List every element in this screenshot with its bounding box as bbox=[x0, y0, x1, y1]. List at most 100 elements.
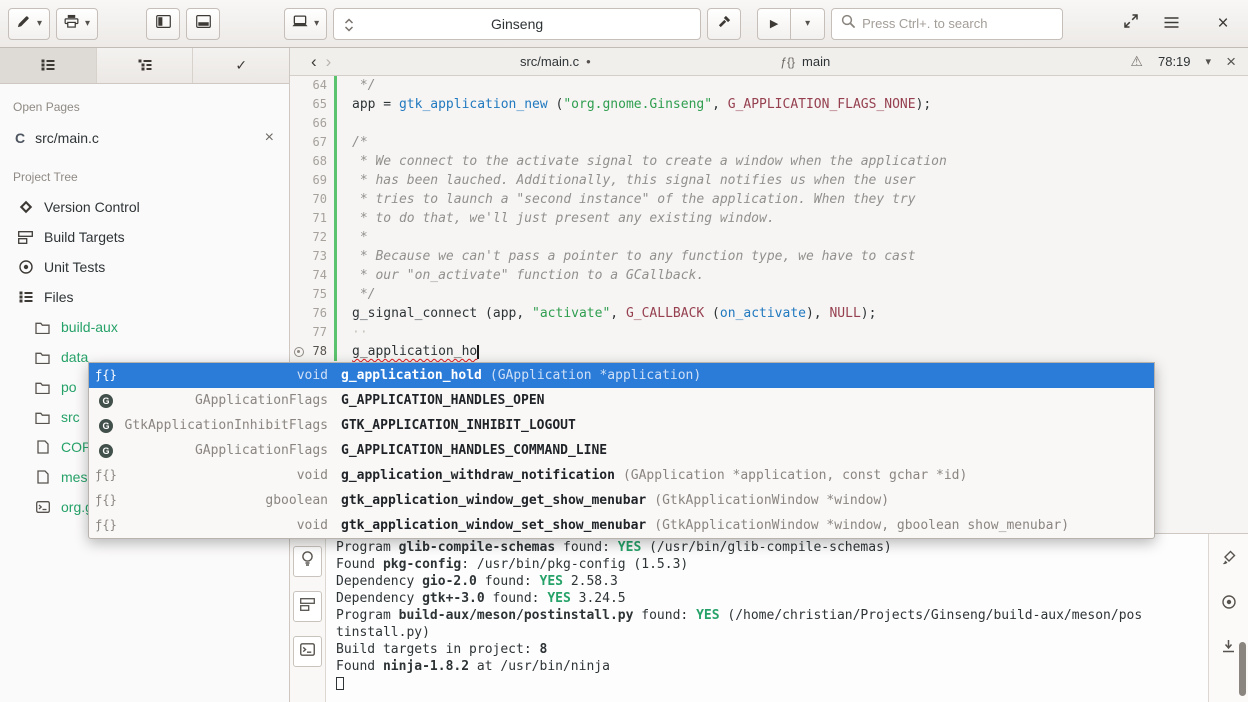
pencil-icon bbox=[16, 14, 31, 34]
code-line-74[interactable]: 74 * our "on_activate" function to a GCa… bbox=[290, 266, 1248, 285]
project-tree-list: Version Control Build Targets Unit Tests Fi… bbox=[0, 192, 289, 312]
completion-name: gtk_application_window_get_show_menubar bbox=[341, 488, 646, 513]
code-line-71[interactable]: 71 * to do that, we'll just present any … bbox=[290, 209, 1248, 228]
function-symbol-icon: ƒ{} bbox=[780, 55, 795, 69]
output-segment: YES bbox=[618, 540, 641, 555]
output-segment: (/home/christian/Projects/Ginseng/build-… bbox=[720, 608, 1143, 623]
toggle-left-panel-button[interactable] bbox=[146, 8, 180, 40]
scrollbar-thumb[interactable] bbox=[1239, 642, 1246, 696]
nav-forward-icon[interactable]: › bbox=[326, 53, 341, 70]
line-number-gutter: 68 bbox=[290, 152, 334, 171]
code-segment: * We connect to the activate signal to c… bbox=[352, 154, 947, 169]
line-number-gutter: 65 bbox=[290, 95, 334, 114]
completion-item[interactable]: ƒ{}voidg_application_hold(GApplication *… bbox=[89, 363, 1154, 388]
code-line-73[interactable]: 73 * Because we can't pass a pointer to … bbox=[290, 247, 1248, 266]
code-text: * We connect to the activate signal to c… bbox=[337, 152, 947, 171]
folder-icon bbox=[34, 321, 51, 334]
code-segment: */ bbox=[352, 287, 375, 302]
open-pages-label: Open Pages bbox=[0, 84, 289, 122]
code-line-68[interactable]: 68 * We connect to the activate signal t… bbox=[290, 152, 1248, 171]
code-text: app = gtk_application_new ("org.gnome.Gi… bbox=[337, 95, 931, 114]
warning-icon[interactable]: ⚠ bbox=[1130, 53, 1143, 70]
code-line-77[interactable]: 77·· bbox=[290, 323, 1248, 342]
download-icon[interactable] bbox=[1222, 639, 1235, 658]
run-button[interactable]: ▶ bbox=[757, 8, 791, 40]
tab-todos[interactable]: ✓ bbox=[193, 48, 289, 83]
code-line-66[interactable]: 66 bbox=[290, 114, 1248, 133]
code-text: * tries to launch a "second instance" of… bbox=[337, 190, 916, 209]
tab-project-tree[interactable] bbox=[97, 48, 194, 83]
build-button[interactable] bbox=[707, 8, 741, 40]
current-function[interactable]: main bbox=[802, 54, 830, 69]
code-line-72[interactable]: 72 * bbox=[290, 228, 1248, 247]
output-segment: ninja-1.8.2 bbox=[383, 659, 469, 674]
toggle-bottom-panel-button[interactable] bbox=[186, 8, 220, 40]
code-text: * our "on_activate" function to a GCallb… bbox=[337, 266, 704, 285]
current-line-target-icon[interactable] bbox=[294, 347, 304, 357]
code-segment: ); bbox=[861, 306, 877, 321]
diagnostics-button[interactable] bbox=[293, 546, 322, 577]
build-output-log[interactable]: Program glib-compile-schemas found: YES … bbox=[326, 534, 1208, 702]
builder-window: ▾ ▾ ▾ Ginseng ▶ ▾ bbox=[0, 0, 1248, 702]
brush-icon[interactable] bbox=[1222, 550, 1236, 570]
completion-item[interactable]: ƒ{}voidgtk_application_window_set_show_m… bbox=[89, 513, 1154, 538]
build-output-button[interactable] bbox=[293, 591, 322, 622]
code-line-76[interactable]: 76g_signal_connect (app, "activate", G_C… bbox=[290, 304, 1248, 323]
omnibar[interactable]: Ginseng bbox=[333, 8, 701, 40]
output-segment: : /usr/bin/pkg-config (1.5.3) bbox=[461, 557, 688, 572]
global-search[interactable] bbox=[831, 8, 1063, 40]
file-icon bbox=[34, 470, 51, 484]
fullscreen-button[interactable] bbox=[1114, 8, 1148, 40]
completion-item[interactable]: GGApplicationFlagsG_APPLICATION_HANDLES_… bbox=[89, 388, 1154, 413]
completion-item[interactable]: ƒ{}voidg_application_withdraw_notificati… bbox=[89, 463, 1154, 488]
completion-item[interactable]: ƒ{}gbooleangtk_application_window_get_sh… bbox=[89, 488, 1154, 513]
code-text bbox=[337, 114, 352, 133]
tree-item-files[interactable]: Files bbox=[0, 282, 289, 312]
text-cursor bbox=[477, 345, 479, 359]
device-dropdown[interactable]: ▾ bbox=[284, 8, 327, 40]
terminal-button[interactable] bbox=[293, 636, 322, 667]
code-line-64[interactable]: 64 */ bbox=[290, 76, 1248, 95]
completion-item[interactable]: GGApplicationFlagsG_APPLICATION_HANDLES_… bbox=[89, 438, 1154, 463]
enum-icon: G bbox=[89, 394, 123, 408]
tree-item-build-targets[interactable]: Build Targets bbox=[0, 222, 289, 252]
close-page-icon[interactable]: × bbox=[265, 129, 274, 147]
close-document-icon[interactable]: × bbox=[1226, 52, 1236, 72]
tree-item-build-aux[interactable]: build-aux bbox=[0, 312, 289, 342]
completion-params: (GtkApplicationWindow *window) bbox=[654, 488, 889, 513]
header-bar: ▾ ▾ ▾ Ginseng ▶ ▾ bbox=[0, 0, 1248, 48]
completion-return-type: void bbox=[123, 363, 341, 388]
completion-item[interactable]: GGtkApplicationInhibitFlagsGTK_APPLICATI… bbox=[89, 413, 1154, 438]
tree-item-version-control[interactable]: Version Control bbox=[0, 192, 289, 222]
code-segment: * has been lauched. Additionally, this s… bbox=[352, 173, 916, 188]
code-segment: * our "on_activate" function to a GCallb… bbox=[352, 268, 704, 283]
chevron-down-icon[interactable]: ▾ bbox=[1206, 55, 1212, 68]
document-tab-bar: ‹ › src/main.c• ƒ{} main ⚠ 78:19 ▾ × bbox=[290, 48, 1248, 76]
tree-item-unit-tests[interactable]: Unit Tests bbox=[0, 252, 289, 282]
code-line-65[interactable]: 65app = gtk_application_new ("org.gnome.… bbox=[290, 95, 1248, 114]
code-line-78[interactable]: 78g_application_ho bbox=[290, 342, 1248, 361]
menu-button[interactable] bbox=[1154, 8, 1188, 40]
search-input[interactable] bbox=[862, 16, 1053, 31]
nav-back-icon[interactable]: ‹ bbox=[302, 53, 326, 70]
edit-mode-dropdown[interactable]: ▾ bbox=[8, 8, 50, 40]
code-segment: * bbox=[352, 230, 368, 245]
open-page-item[interactable]: C src/main.c × bbox=[0, 122, 289, 154]
print-dropdown[interactable]: ▾ bbox=[56, 8, 98, 40]
code-line-75[interactable]: 75 */ bbox=[290, 285, 1248, 304]
output-line: Program build-aux/meson/postinstall.py f… bbox=[336, 607, 1198, 624]
output-line: Found pkg-config: /usr/bin/pkg-config (1… bbox=[336, 556, 1198, 573]
tab-open-pages[interactable] bbox=[0, 48, 97, 83]
document-title[interactable]: src/main.c bbox=[520, 54, 579, 69]
tree-item-label: Build Targets bbox=[44, 229, 125, 245]
modified-indicator: • bbox=[586, 54, 591, 69]
tree-item-label: Files bbox=[44, 289, 74, 305]
code-line-70[interactable]: 70 * tries to launch a "second instance"… bbox=[290, 190, 1248, 209]
code-line-69[interactable]: 69 * has been lauched. Additionally, thi… bbox=[290, 171, 1248, 190]
target-icon[interactable] bbox=[1222, 595, 1236, 614]
window-close-button[interactable]: × bbox=[1206, 8, 1240, 40]
run-options-dropdown[interactable]: ▾ bbox=[791, 8, 825, 40]
line-number: 78 bbox=[313, 342, 327, 361]
code-line-67[interactable]: 67/* bbox=[290, 133, 1248, 152]
output-segment: pkg-config bbox=[383, 557, 461, 572]
